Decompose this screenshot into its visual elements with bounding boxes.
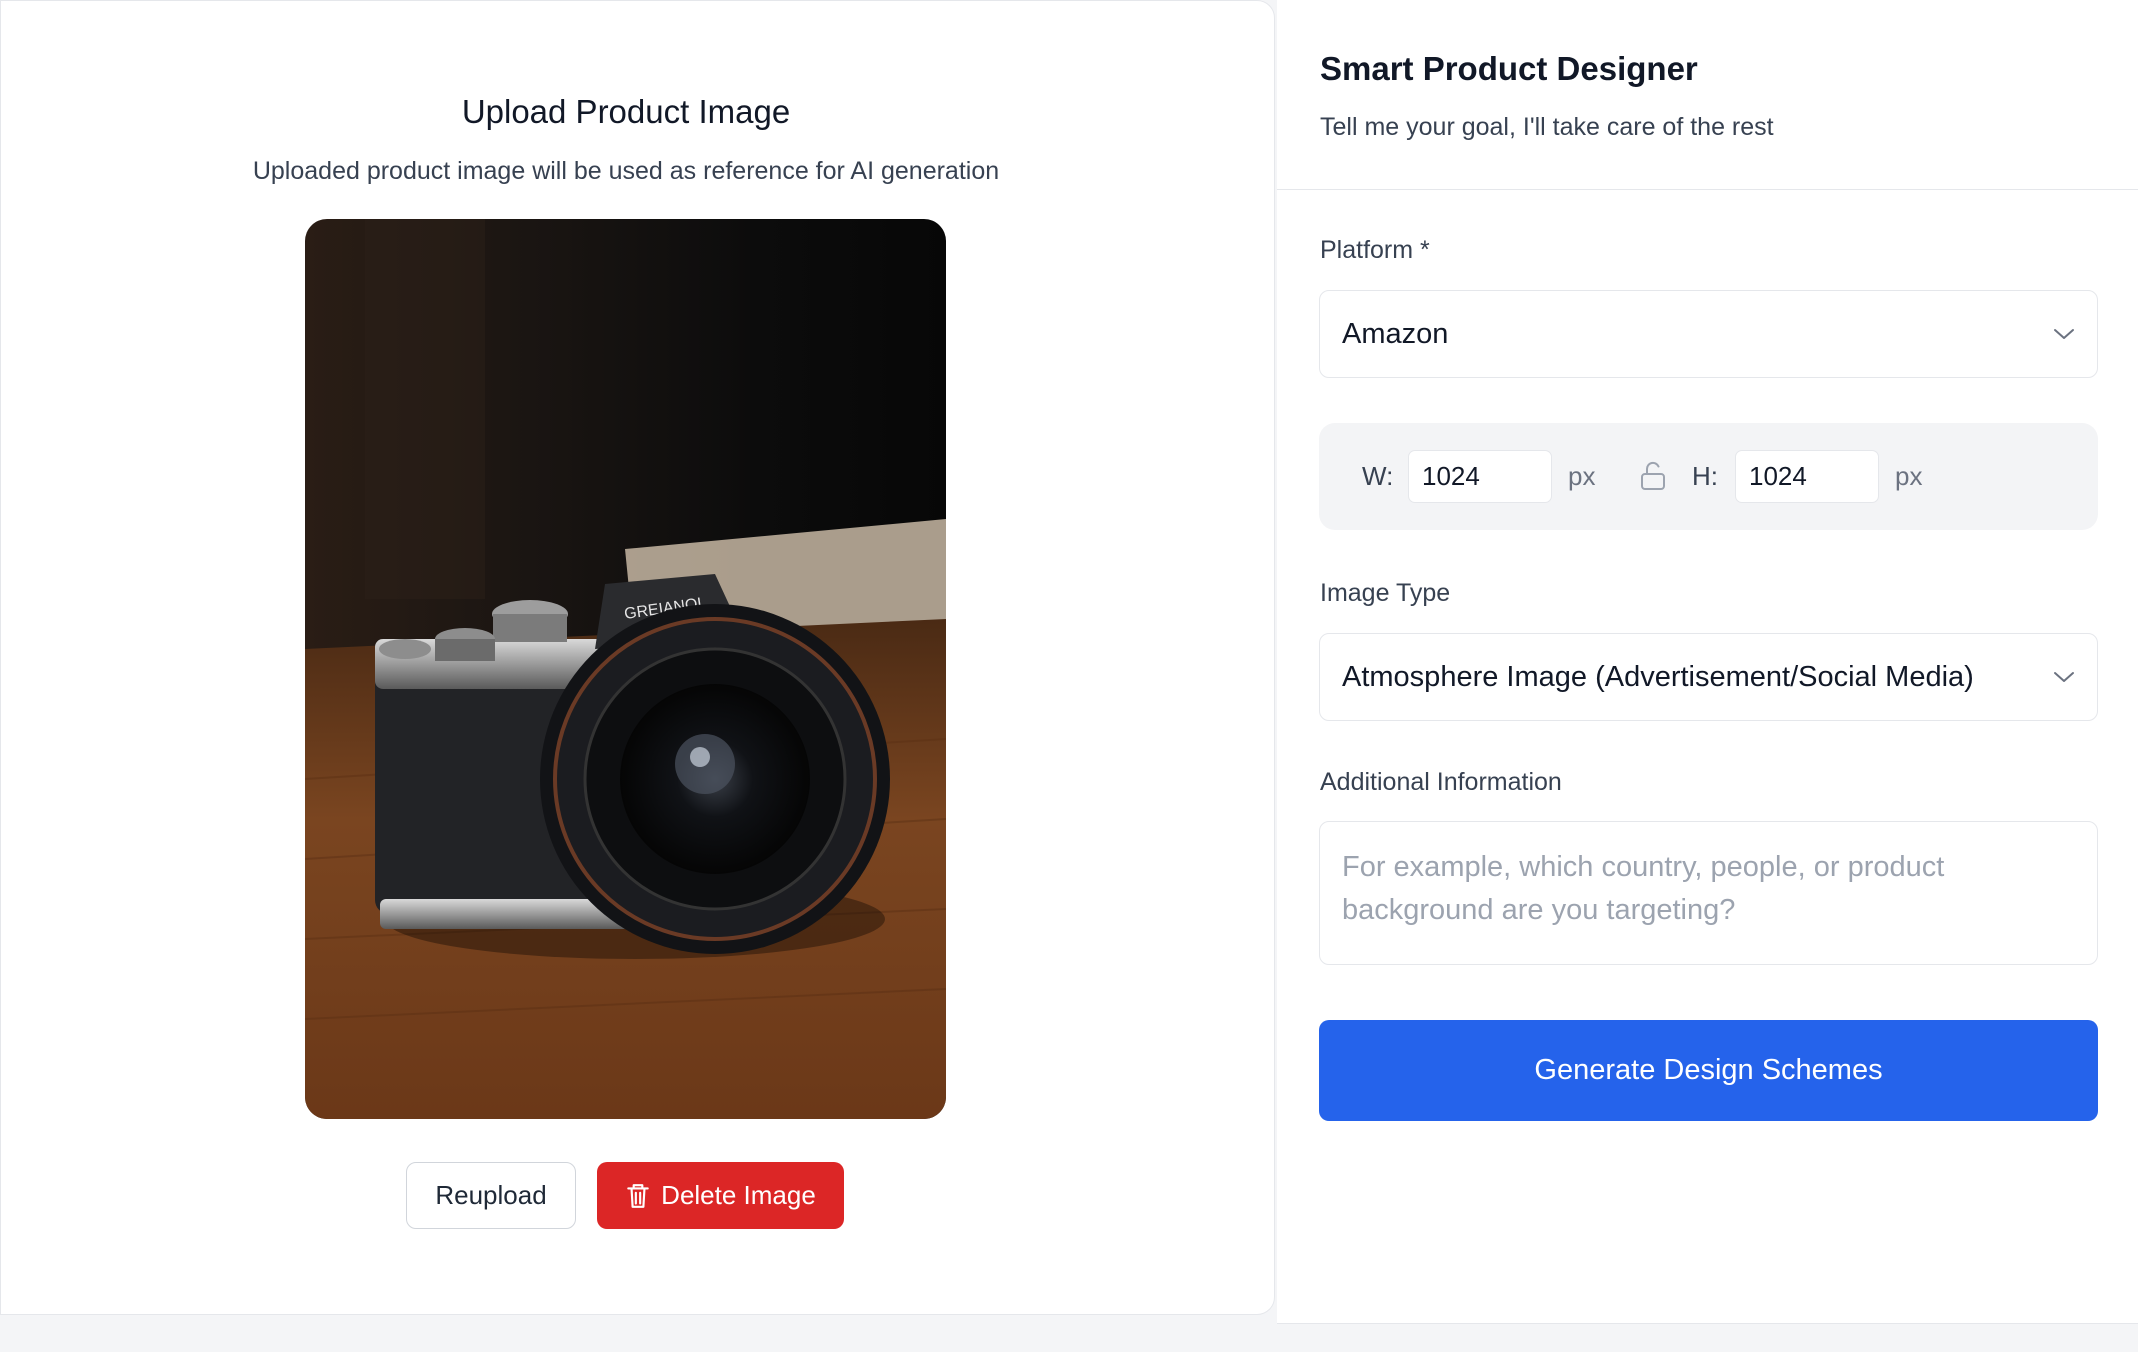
additional-info-label: Additional Information <box>1320 768 1562 796</box>
designer-subtitle: Tell me your goal, I'll take care of the… <box>1320 113 1774 141</box>
designer-panel: Smart Product Designer Tell me your goal… <box>1277 0 2138 1324</box>
width-label: W: <box>1362 461 1394 491</box>
generate-design-schemes-button[interactable]: Generate Design Schemes <box>1319 1020 2098 1121</box>
upload-panel: Upload Product Image Uploaded product im… <box>0 0 1275 1315</box>
height-label: H: <box>1692 461 1718 491</box>
designer-header: Smart Product Designer Tell me your goal… <box>1277 0 2138 190</box>
additional-info-placeholder: For example, which country, people, or p… <box>1342 851 1945 926</box>
image-type-select[interactable]: Atmosphere Image (Advertisement/Social M… <box>1319 633 2098 721</box>
chevron-down-icon <box>2054 672 2074 682</box>
upload-subtitle: Uploaded product image will be used as r… <box>252 157 1000 185</box>
reupload-button[interactable]: Reupload <box>406 1162 576 1229</box>
dimensions-group: W: px H: px <box>1319 423 2098 530</box>
width-input[interactable] <box>1408 450 1552 503</box>
upload-title: Upload Product Image <box>461 93 791 130</box>
image-type-value: Atmosphere Image (Advertisement/Social M… <box>1342 660 1974 693</box>
height-unit: px <box>1895 461 1923 491</box>
width-unit: px <box>1568 461 1596 491</box>
delete-image-button[interactable]: Delete Image <box>597 1162 844 1229</box>
designer-title: Smart Product Designer <box>1320 50 1698 87</box>
trash-icon <box>627 1183 649 1208</box>
product-image: GREIANOL <box>305 219 946 1119</box>
delete-image-label: Delete Image <box>661 1180 816 1210</box>
camera-photo: GREIANOL <box>305 219 946 1119</box>
platform-select[interactable]: Amazon <box>1319 290 2098 378</box>
image-type-label: Image Type <box>1320 579 1451 607</box>
unlock-icon[interactable] <box>1639 461 1667 491</box>
height-input[interactable] <box>1735 450 1879 503</box>
app-root: Upload Product Image Uploaded product im… <box>0 0 2138 1352</box>
platform-label: Platform * <box>1320 236 1430 264</box>
chevron-down-icon <box>2054 329 2074 339</box>
platform-value: Amazon <box>1342 317 1449 350</box>
additional-info-textarea[interactable]: For example, which country, people, or p… <box>1319 821 2098 965</box>
